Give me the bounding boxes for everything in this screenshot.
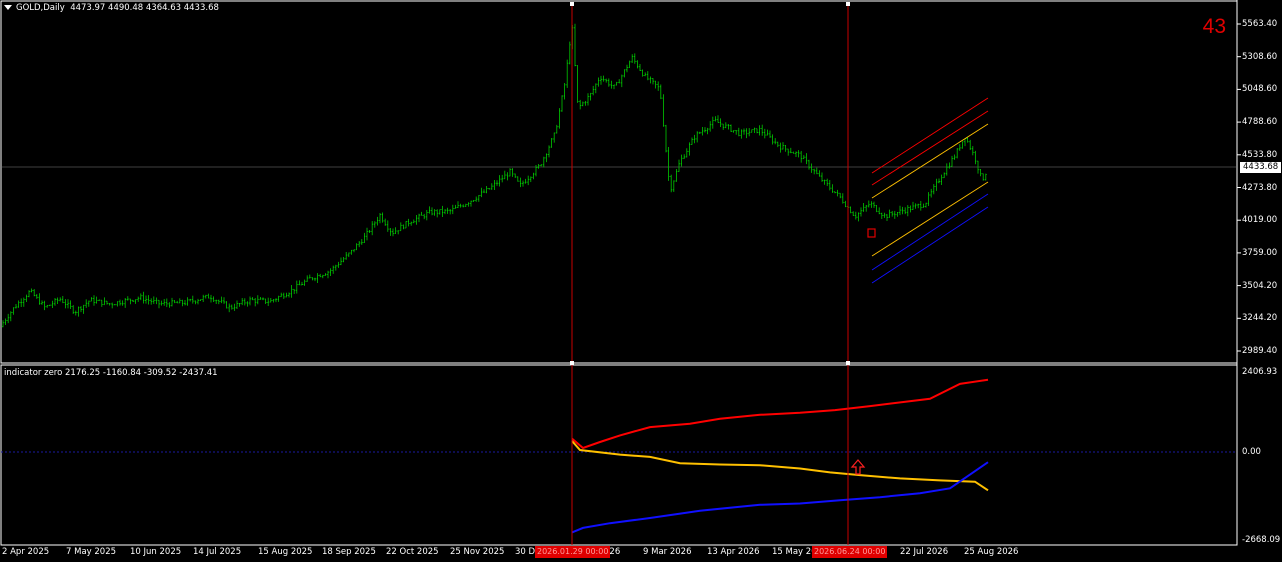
time-axis-label: 25 Aug 2026 (964, 547, 1019, 557)
vline-handle[interactable] (846, 2, 850, 6)
price-axis-label: 5563.40 (1242, 19, 1278, 29)
vline-handle[interactable] (846, 361, 850, 365)
time-axis-label: 10 Jun 2025 (130, 547, 182, 557)
price-axis-label: 3504.20 (1242, 280, 1278, 291)
time-axis-label: 2 Apr 2025 (2, 547, 50, 557)
regression-channel (871, 97, 989, 284)
price-axis-label: 5308.60 (1242, 51, 1278, 62)
price-axis-label: 2989.40 (1242, 346, 1278, 356)
indicator-title: indicator zero 2176.25 -1160.84 -309.52 … (4, 368, 218, 378)
indicator-series-line (571, 440, 989, 492)
dropdown-triangle-icon[interactable] (4, 5, 12, 10)
vline-date-marker: 2026.06.24 00:00 (812, 546, 888, 558)
price-axis-ticks (1237, 23, 1241, 352)
symbol-label: GOLD,Daily (16, 3, 65, 13)
price-axis-label: 4533.80 (1242, 149, 1278, 160)
main-chart-frame (0, 0, 1238, 364)
ohlc-values: 4473.97 4490.48 4364.63 4433.68 (70, 3, 219, 13)
time-axis-label: 18 Sep 2025 (322, 547, 376, 557)
time-axis-label: 7 May 2025 (66, 547, 117, 557)
price-axis-label: 5048.60 (1242, 84, 1278, 95)
price-axis-label: 4019.00 (1242, 215, 1278, 226)
chart-canvas[interactable] (0, 0, 1282, 562)
indicator-series-line (571, 461, 989, 534)
time-axis-label: 15 May 20 (772, 547, 817, 557)
candlestick-series (2, 23, 987, 328)
time-axis-label: 14 Jul 2025 (193, 547, 242, 557)
indicator-lines (571, 378, 989, 534)
vline-handle[interactable] (570, 2, 574, 6)
vline-handle[interactable] (570, 361, 574, 365)
channel-line[interactable] (871, 193, 989, 271)
chart-header[interactable]: GOLD,Daily 4473.97 4490.48 4364.63 4433.… (4, 3, 219, 13)
time-axis-label: 9 Mar 2026 (643, 547, 692, 557)
current-price-tag: 4433.68 (1240, 162, 1282, 173)
indicator-axis-label: 0.00 (1242, 447, 1261, 457)
indicator-series-line (571, 378, 989, 450)
signal-marker-icon (867, 228, 876, 238)
price-axis-label: 4788.60 (1242, 117, 1278, 128)
time-axis-label: 25 Nov 2025 (450, 547, 505, 557)
indicator-axis-label: -2668.09 (1242, 535, 1281, 545)
time-axis-label: 22 Oct 2025 (386, 547, 439, 557)
time-axis-label: 22 Jul 2026 (900, 547, 949, 557)
vline-date-marker: 2026.01.29 00:00 (535, 546, 611, 558)
price-axis-label: 3759.00 (1242, 247, 1278, 258)
time-axis-label: 15 Aug 2025 (258, 547, 313, 557)
time-axis-label: 13 Apr 2026 (707, 547, 760, 557)
price-axis-label: 3244.20 (1242, 313, 1278, 324)
indicator-axis-label: 2406.93 (1242, 367, 1278, 377)
up-arrow-icon (850, 459, 866, 475)
price-axis-label: 4273.80 (1242, 182, 1278, 193)
counter-number: 43 (1202, 15, 1226, 38)
